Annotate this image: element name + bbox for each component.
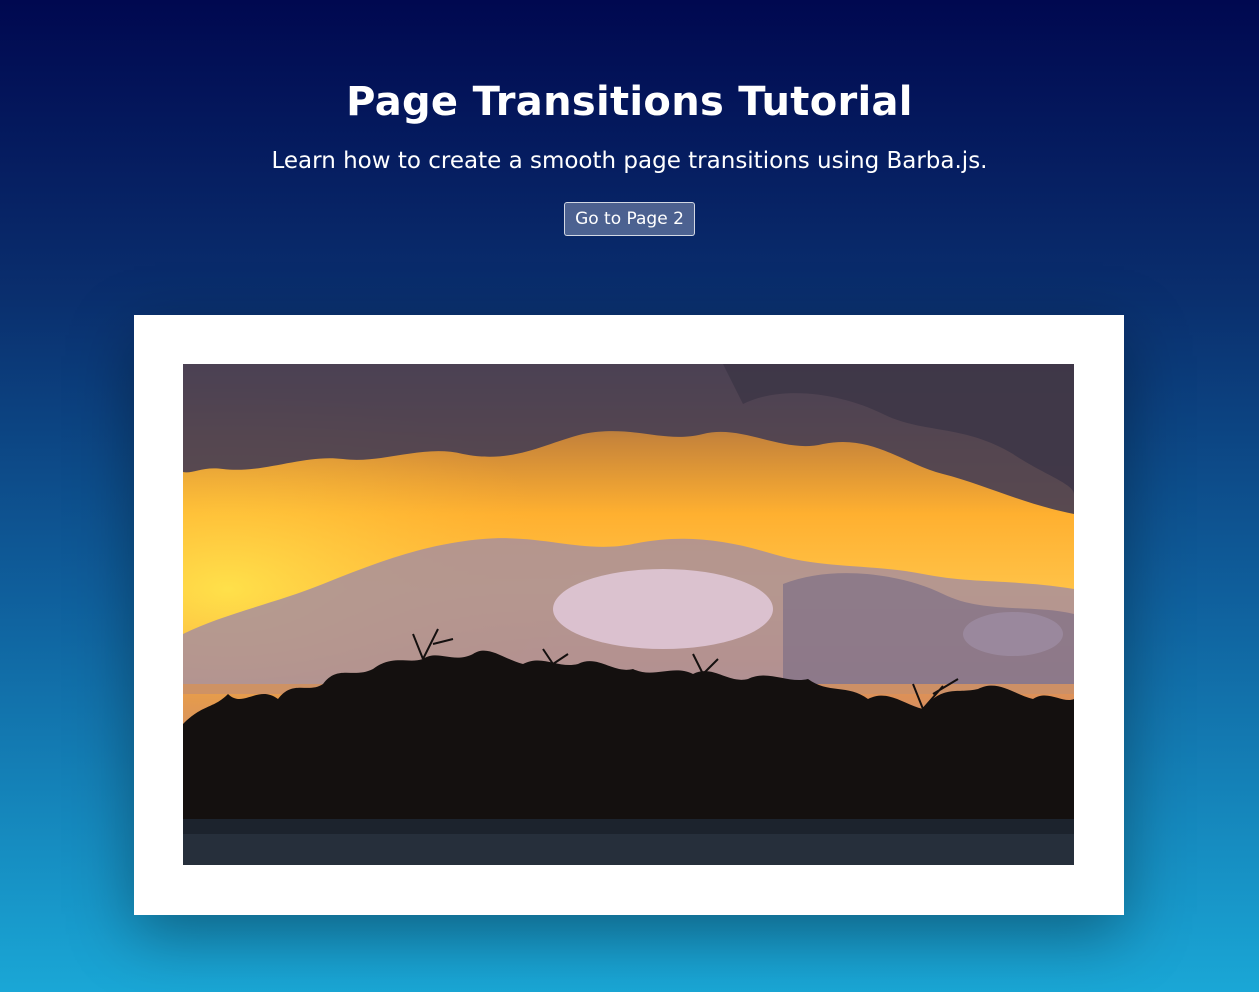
hero: Page Transitions Tutorial Learn how to c… xyxy=(0,0,1259,236)
page-subtitle: Learn how to create a smooth page transi… xyxy=(271,148,988,174)
sunset-landscape-image xyxy=(183,364,1074,865)
page-title: Page Transitions Tutorial xyxy=(346,79,913,125)
image-card xyxy=(134,315,1124,915)
go-to-page-2-button[interactable]: Go to Page 2 xyxy=(564,202,695,236)
sunset-landscape-photo xyxy=(183,364,1074,865)
